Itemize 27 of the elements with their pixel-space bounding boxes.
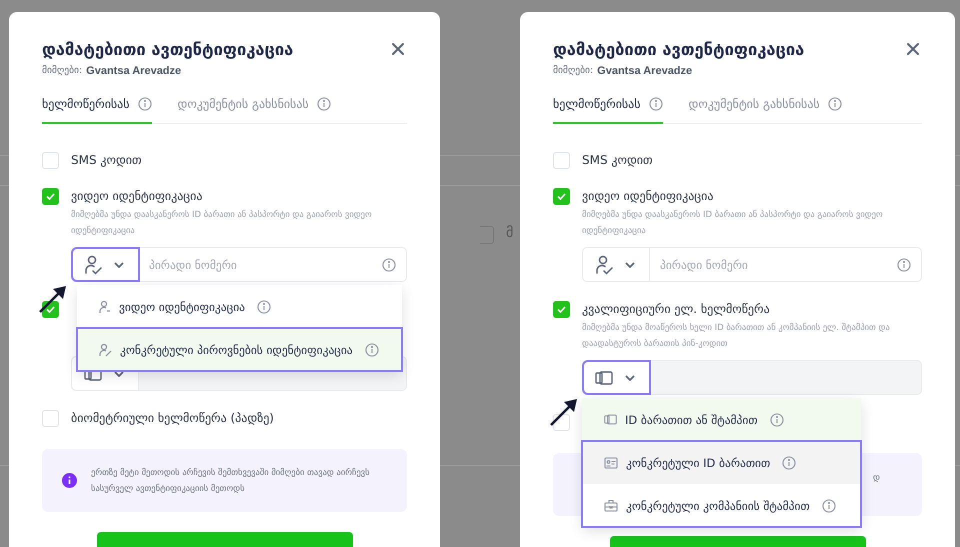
option-label: SMS კოდით [71,152,143,169]
option-description: მიმღებმა უნდა დაასკანეროს ID ბარათი ან პასპორტი და გაიაროს ვიდეო იდენტიფიკაცია [71,208,373,238]
dialog-title: დამატებითი ავთენტიფიკაცია [553,40,804,59]
menu-item[interactable]: ID ბარათით ან შტამპით [582,398,861,441]
recipient-label: მიმღები: [553,65,594,77]
recipient-label: მიმღები: [42,65,82,77]
recipient-name: Gvantsa Arevadze [86,65,182,77]
option-label: კვალიფიციური ელ. ხელმოწერა [582,301,771,318]
menu-item[interactable]: კონკრეტული ID ბარათით [582,441,861,484]
menu-item[interactable]: კონკრეტული პიროვნების იდენტიფიკაცია [77,328,402,371]
option-description: მიმღებმა უნდა მოაწეროს ხელი ID ბარათით ან კომპანიის ელ. შტამპით და დაადასტუროს ბარათის პინ-კოდით [582,322,891,351]
recipient-name: Gvantsa Arevadze [597,65,692,77]
tab[interactable]: ხელმოწერისას [42,97,152,124]
option-label: ვიდეო იდენტიფიკაცია [71,188,204,205]
text-input[interactable]: პირადი ნომერი [650,248,897,281]
notice-text: დ [873,472,880,485]
option-label: ბიომეტრიული ხელმოწერა (პადზე) [71,410,275,427]
tab[interactable]: ხელმოწერისას [553,97,663,124]
input-field[interactable]: პირადი ნომერი [582,247,922,282]
menu-item[interactable]: ვიდეო იდენტიფიკაცია [77,285,402,328]
option-description: მიმღებმა უნდა დაასკანეროს ID ბარათი ან პასპორტი და გაიაროს ვიდეო იდენტიფიკაცია [582,208,884,238]
input-field[interactable]: პირადი ნომერი [71,247,407,282]
notice-text: ერთზე მეტი მეთოდის არჩევის შემთხვევაში მიმღები თავად აირჩევს სასურველ ავთენტიფიკაციის მეთოდს [91,466,371,496]
text-input[interactable]: პირადი ნომერი [139,248,382,281]
dialog-title: დამატებითი ავთენტიფიკაცია [42,40,294,59]
option-label: SMS კოდით [582,152,654,169]
option-label: ვიდეო იდენტიფიკაცია [582,188,714,205]
